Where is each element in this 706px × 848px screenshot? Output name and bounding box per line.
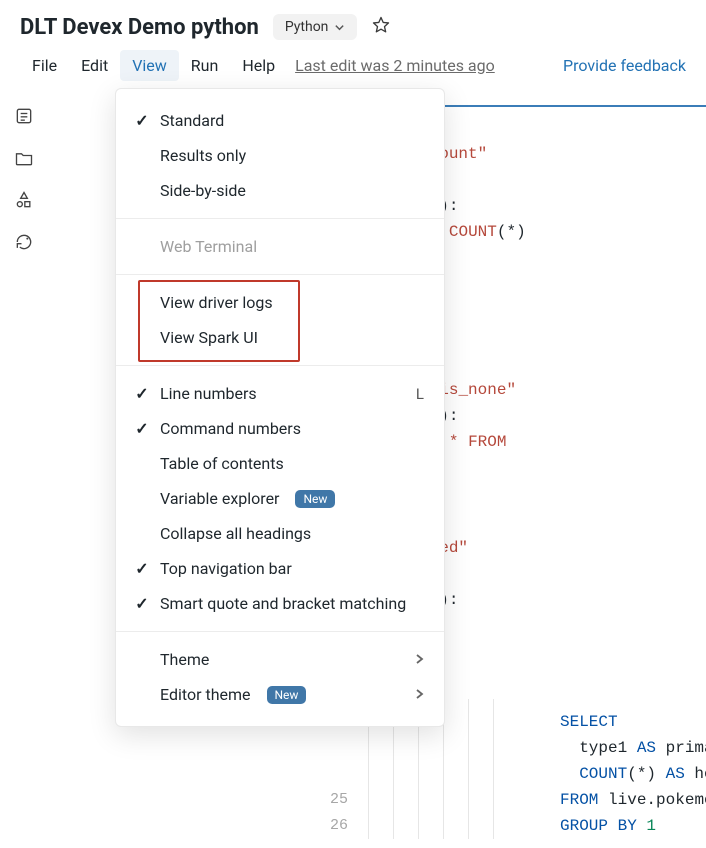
- view-dropdown: ✓ Standard Results only Side-by-side Web…: [115, 88, 445, 727]
- view-web-terminal: Web Terminal: [116, 229, 444, 264]
- shapes-icon[interactable]: [13, 189, 35, 211]
- chevron-down-icon: [334, 22, 345, 33]
- menu-label: View driver logs: [160, 293, 273, 312]
- menu-label: Results only: [160, 146, 246, 165]
- menu-file[interactable]: File: [20, 50, 69, 81]
- view-theme-submenu[interactable]: Theme: [116, 642, 444, 677]
- menu-label: Table of contents: [160, 454, 284, 473]
- menu-edit[interactable]: Edit: [69, 50, 120, 81]
- check-icon: ✓: [134, 419, 150, 438]
- menu-label: Web Terminal: [160, 237, 257, 256]
- view-editor-theme-submenu[interactable]: Editor theme New: [116, 677, 444, 712]
- menu-help[interactable]: Help: [230, 50, 287, 81]
- menu-label: Smart quote and bracket matching: [160, 594, 406, 613]
- menu-run[interactable]: Run: [179, 50, 231, 81]
- menu-label: Line numbers: [160, 384, 257, 403]
- view-results-only[interactable]: Results only: [116, 138, 444, 173]
- view-collapse-headings[interactable]: Collapse all headings: [116, 516, 444, 551]
- new-badge: New: [267, 686, 307, 704]
- line-gutter: 25 26: [318, 787, 348, 839]
- chevron-right-icon: [414, 650, 424, 669]
- check-icon: ✓: [134, 594, 150, 613]
- view-toc[interactable]: Table of contents: [116, 446, 444, 481]
- notebook-title[interactable]: DLT Devex Demo python: [20, 15, 259, 40]
- view-spark-ui[interactable]: View Spark UI: [116, 320, 444, 355]
- menu-label: Variable explorer: [160, 489, 279, 508]
- provide-feedback-link[interactable]: Provide feedback: [563, 56, 686, 75]
- menu-bar: File Edit View Run Help Last edit was 2 …: [0, 44, 706, 91]
- last-edit-status[interactable]: Last edit was 2 minutes ago: [295, 56, 495, 75]
- star-icon[interactable]: [371, 15, 391, 40]
- folder-icon[interactable]: [13, 147, 35, 169]
- view-driver-logs[interactable]: View driver logs: [116, 285, 444, 320]
- view-command-numbers[interactable]: ✓ Command numbers: [116, 411, 444, 446]
- view-smart-quote[interactable]: ✓ Smart quote and bracket matching: [116, 586, 444, 621]
- outline-icon[interactable]: [13, 105, 35, 127]
- sql-tail: SELECT type1 AS prima COUNT(*) AS how FR…: [560, 709, 706, 839]
- menu-label: View Spark UI: [160, 328, 258, 347]
- menu-label: Collapse all headings: [160, 524, 311, 543]
- menu-label: Theme: [160, 650, 209, 669]
- check-icon: ✓: [134, 559, 150, 578]
- check-icon: ✓: [134, 384, 150, 403]
- left-rail: [0, 91, 48, 839]
- check-icon: ✓: [134, 111, 150, 130]
- menu-label: Standard: [160, 111, 224, 130]
- view-variable-explorer[interactable]: Variable explorer New: [116, 481, 444, 516]
- shortcut: L: [416, 385, 424, 403]
- menu-label: Command numbers: [160, 419, 301, 438]
- view-side-by-side[interactable]: Side-by-side: [116, 173, 444, 208]
- menu-label: Top navigation bar: [160, 559, 292, 578]
- language-selector[interactable]: Python: [273, 14, 358, 40]
- menu-label: Editor theme: [160, 685, 251, 704]
- chevron-right-icon: [414, 685, 424, 704]
- view-top-nav[interactable]: ✓ Top navigation bar: [116, 551, 444, 586]
- new-badge: New: [295, 490, 335, 508]
- language-label: Python: [285, 19, 329, 35]
- view-standard[interactable]: ✓ Standard: [116, 103, 444, 138]
- view-line-numbers[interactable]: ✓ Line numbers L: [116, 376, 444, 411]
- menu-label: Side-by-side: [160, 181, 246, 200]
- menu-view[interactable]: View: [120, 50, 179, 81]
- refresh-icon[interactable]: [13, 231, 35, 253]
